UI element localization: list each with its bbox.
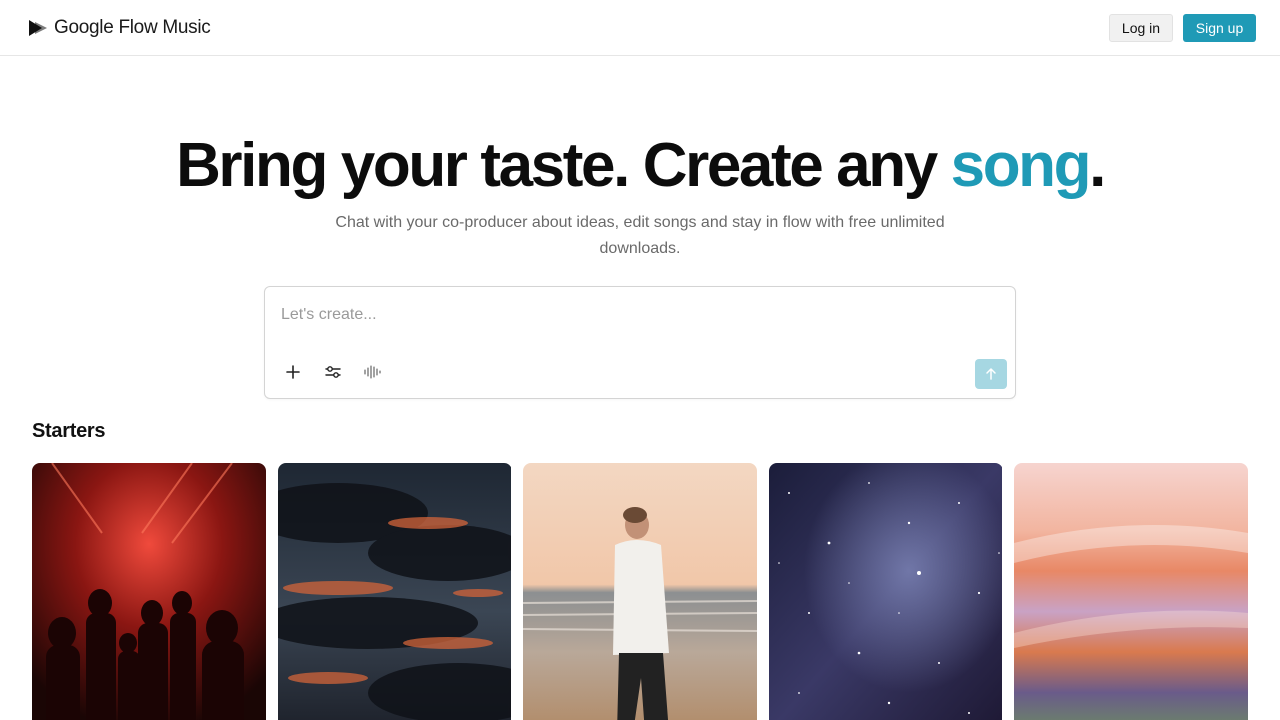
flow-music-logo-icon (29, 20, 47, 36)
arrow-up-icon (986, 368, 996, 380)
hero-title-accent: song (950, 131, 1092, 200)
pastel-gradient-image (1014, 463, 1248, 720)
hero-title-end: . (1089, 131, 1106, 200)
sunset-clouds-image (278, 463, 511, 720)
man-on-beach-image (523, 463, 757, 720)
signup-button[interactable]: Sign up (1183, 14, 1256, 42)
audio-input-button[interactable] (361, 360, 385, 384)
login-button[interactable]: Log in (1109, 14, 1173, 42)
starter-card-red-club-crowd[interactable] (32, 463, 266, 720)
red-club-crowd-image (32, 463, 266, 720)
brand-name: Google Flow Music (54, 17, 211, 38)
waveform-icon (364, 365, 381, 379)
hero-title-main: Bring your taste. Create any (176, 131, 951, 200)
starters-heading: Starters (32, 420, 106, 442)
hero-title: Bring your taste. Create any song. (0, 130, 1280, 202)
starter-card-starry-galaxy[interactable] (769, 463, 1003, 720)
settings-button[interactable] (321, 360, 345, 384)
sliders-icon (325, 366, 341, 378)
starry-galaxy-image (769, 463, 1002, 720)
starter-card-pastel-gradient[interactable] (1014, 463, 1248, 720)
top-navigation-bar: Google Flow Music Log in Sign up (0, 0, 1280, 56)
plus-icon (286, 365, 300, 379)
add-button[interactable] (281, 360, 305, 384)
starter-card-man-on-beach[interactable] (523, 463, 757, 720)
prompt-composer (264, 286, 1016, 399)
prompt-input[interactable] (281, 303, 981, 327)
send-button[interactable] (975, 359, 1007, 389)
brand[interactable]: Google Flow Music (28, 16, 211, 40)
starter-card-sunset-clouds[interactable] (278, 463, 512, 720)
hero-subtitle: Chat with your co-producer about ideas, … (335, 214, 945, 257)
